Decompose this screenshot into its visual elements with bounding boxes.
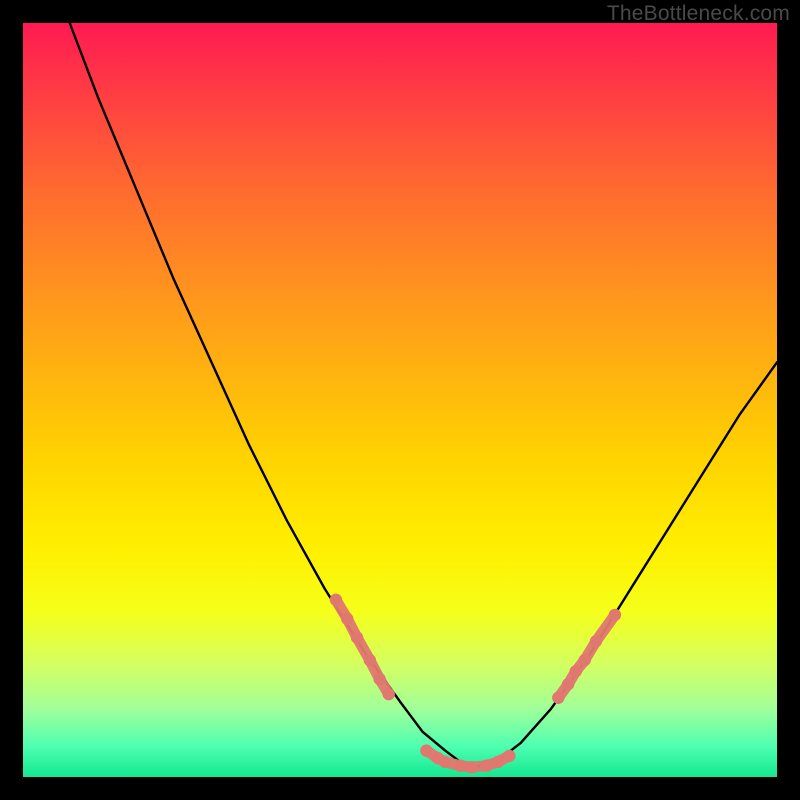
plot-area [23, 23, 777, 777]
marker-point [609, 609, 621, 621]
marker-point [341, 613, 353, 625]
marker-point [590, 635, 602, 647]
marker-point [492, 756, 504, 768]
watermark-text: TheBottleneck.com [607, 2, 790, 26]
curve-left-branch [70, 23, 476, 767]
marker-point [562, 678, 574, 690]
bottleneck-curve [70, 23, 777, 767]
marker-point [552, 692, 564, 704]
marker-point [570, 665, 582, 677]
chart-stage: TheBottleneck.com [0, 0, 800, 800]
marker-point [579, 654, 591, 666]
curve-layer [23, 23, 777, 777]
marker-point [373, 673, 385, 685]
highlighted-segment [330, 594, 621, 774]
marker-point [420, 744, 432, 756]
marker-point [454, 760, 466, 772]
marker-point [364, 654, 376, 666]
marker-point [439, 756, 451, 768]
marker-point [465, 761, 477, 773]
marker-point [383, 688, 395, 700]
marker-point [330, 594, 342, 606]
marker-point [351, 631, 363, 643]
marker-point [503, 750, 515, 762]
curve-right-branch [475, 362, 777, 767]
marker-point [481, 760, 493, 772]
